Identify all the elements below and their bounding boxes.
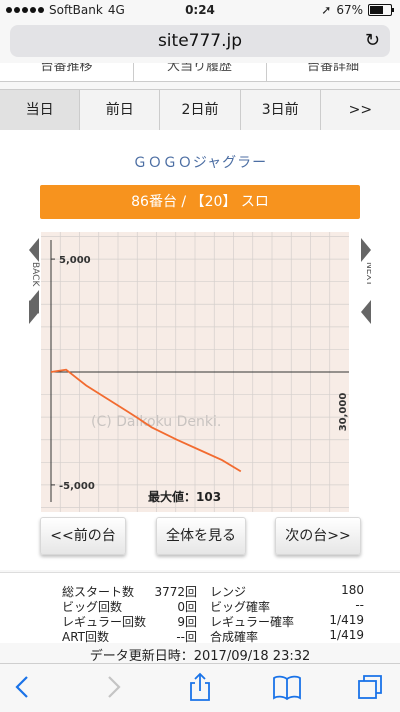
forward-icon[interactable] <box>98 672 128 702</box>
stats-row: レギュラー回数 9回 レギュラー確率 1/419 <box>0 613 400 629</box>
top-nav: 台番推移 大当り履歴 台番詳細 <box>0 63 400 82</box>
status-bar: SoftBank 4G 0:24 ➚ 67% <box>0 0 400 20</box>
stat-value: 1/419 <box>329 628 364 642</box>
machine-info-bar: 86番台 / 【20】 スロ <box>40 185 360 219</box>
stat-value: --回 <box>176 630 197 644</box>
top-nav-item[interactable]: 大当り履歴 <box>133 63 267 81</box>
tab-today[interactable]: 当日 <box>0 90 81 130</box>
back-icon[interactable] <box>8 672 38 702</box>
url-text: site777.jp <box>157 31 243 51</box>
x-max-label: 30,000 <box>338 393 349 432</box>
next-machine-button[interactable]: 次の台>> <box>275 517 361 555</box>
share-icon[interactable] <box>185 672 215 702</box>
slump-chart: 5,000 -5,000 30,000 BACK NEXT (C) Daikoku Den… <box>29 232 374 512</box>
tabs-icon[interactable] <box>355 672 385 702</box>
y-tick-label: 5,000 <box>59 255 91 266</box>
view-all-button[interactable]: 全体を見る <box>156 517 246 555</box>
tab-more[interactable]: >> <box>321 90 400 130</box>
reload-icon[interactable]: ↻ <box>365 30 380 51</box>
next-label: NEXT <box>364 262 371 286</box>
back-arrow-up-icon <box>29 238 39 262</box>
prev-machine-button[interactable]: <<前の台 <box>40 517 126 555</box>
stats-row: ビッグ回数 0回 ビッグ確率 -- <box>0 598 400 614</box>
day-tabs: 当日 前日 2日前 3日前 >> <box>0 89 400 131</box>
stat-label: 合成確率 <box>210 630 259 644</box>
stat-label: ART回数 <box>62 630 110 644</box>
stat-value: 180 <box>341 583 364 597</box>
tab-2-days-ago[interactable]: 2日前 <box>160 90 241 130</box>
battery-icon <box>368 4 394 16</box>
back-label: BACK <box>30 262 40 287</box>
tab-yesterday[interactable]: 前日 <box>80 90 161 130</box>
y-tick-label: -5,000 <box>59 481 95 492</box>
stat-value: -- <box>355 598 364 612</box>
top-nav-item[interactable]: 台番推移 <box>0 63 134 81</box>
tab-3-days-ago[interactable]: 3日前 <box>241 90 321 130</box>
stats-row: 総スタート数 3772回 レンジ 180 <box>0 583 400 599</box>
location-icon: ➚ <box>321 3 332 17</box>
chart-svg: 5,000 -5,000 30,000 BACK NEXT (C) Daikoku Den… <box>29 232 374 512</box>
address-bar[interactable]: site777.jp ↻ <box>10 25 390 57</box>
max-value-label: 最大値：103 <box>148 489 221 504</box>
next-arrow-down-icon <box>361 300 371 324</box>
watermark-text: (C) Daikoku Denki. <box>91 414 221 430</box>
bookmarks-icon[interactable] <box>272 672 302 702</box>
stat-value: 1/419 <box>329 613 364 627</box>
top-nav-item[interactable]: 台番詳細 <box>266 63 400 81</box>
stats-row: ART回数 --回 合成確率 1/419 <box>0 628 400 644</box>
machine-title: ＧＯＧＯジャグラー <box>132 155 268 171</box>
next-arrow-up-icon <box>361 238 371 262</box>
battery-percent: 67% <box>336 3 363 17</box>
stats-table: 総スタート数 3772回 レンジ 180 ビッグ回数 0回 ビッグ確率 -- レ… <box>0 572 400 644</box>
browser-toolbar <box>0 663 400 712</box>
last-updated: データ更新日時：2017/09/18 23:32 <box>89 649 311 664</box>
